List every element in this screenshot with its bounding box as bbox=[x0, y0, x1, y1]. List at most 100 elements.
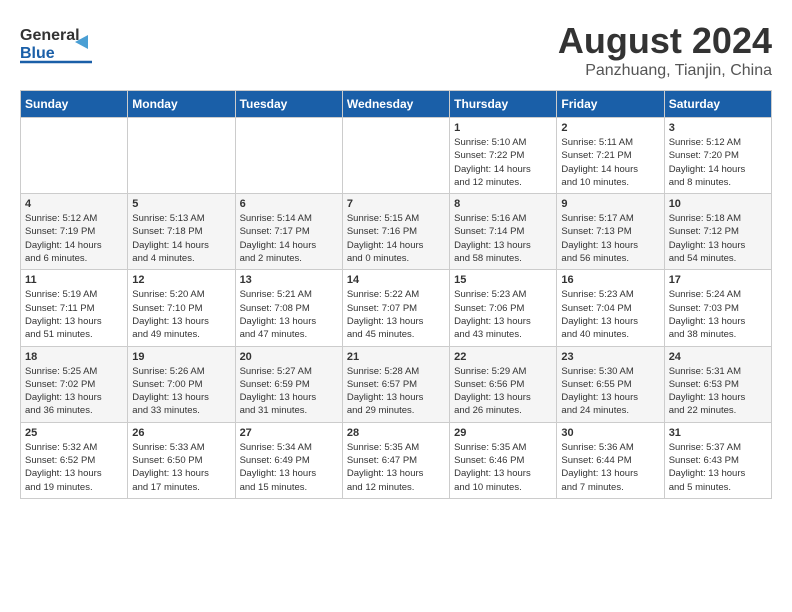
day-info: Sunrise: 5:23 AMSunset: 7:04 PMDaylight:… bbox=[561, 288, 659, 341]
day-number: 29 bbox=[454, 427, 552, 439]
calendar-cell: 31Sunrise: 5:37 AMSunset: 6:43 PMDayligh… bbox=[664, 422, 771, 498]
day-info: Sunrise: 5:21 AMSunset: 7:08 PMDaylight:… bbox=[240, 288, 338, 341]
calendar-cell: 1 Sunrise: 5:10 AMSunset: 7:22 PMDaylight… bbox=[450, 118, 557, 194]
day-info: Sunrise: 5:26 AMSunset: 7:00 PMDaylight:… bbox=[132, 365, 230, 418]
day-info: Sunrise: 5:13 AMSunset: 7:18 PMDaylight:… bbox=[132, 212, 230, 265]
calendar-cell: 20 Sunrise: 5:27 AMSunset: 6:59 PMDayligh… bbox=[235, 346, 342, 422]
calendar-week-row: 18 Sunrise: 5:25 AMSunset: 7:02 PMDayligh… bbox=[21, 346, 772, 422]
day-info: Sunrise: 5:11 AMSunset: 7:21 PMDaylight:… bbox=[561, 136, 659, 189]
day-info: Sunrise: 5:32 AMSunset: 6:52 PMDaylight:… bbox=[25, 441, 123, 494]
day-number: 8 bbox=[454, 198, 552, 210]
location-subtitle: Panzhuang, Tianjin, China bbox=[558, 62, 772, 80]
page-header: General Blue August 2024 Panzhuang, Tian… bbox=[20, 20, 772, 80]
day-number: 14 bbox=[347, 274, 445, 286]
calendar-cell: 25 Sunrise: 5:32 AMSunset: 6:52 PMDayligh… bbox=[21, 422, 128, 498]
calendar-cell: 23 Sunrise: 5:30 AMSunset: 6:55 PMDayligh… bbox=[557, 346, 664, 422]
day-number: 21 bbox=[347, 351, 445, 363]
calendar-week-row: 1 Sunrise: 5:10 AMSunset: 7:22 PMDaylight… bbox=[21, 118, 772, 194]
day-info: Sunrise: 5:27 AMSunset: 6:59 PMDaylight:… bbox=[240, 365, 338, 418]
day-info: Sunrise: 5:36 AMSunset: 6:44 PMDaylight:… bbox=[561, 441, 659, 494]
day-info: Sunrise: 5:30 AMSunset: 6:55 PMDaylight:… bbox=[561, 365, 659, 418]
calendar-cell: 21 Sunrise: 5:28 AMSunset: 6:57 PMDayligh… bbox=[342, 346, 449, 422]
day-number: 26 bbox=[132, 427, 230, 439]
day-number: 17 bbox=[669, 274, 767, 286]
calendar-cell: 29 Sunrise: 5:35 AMSunset: 6:46 PMDayligh… bbox=[450, 422, 557, 498]
day-number: 22 bbox=[454, 351, 552, 363]
logo-icon: General Blue bbox=[20, 20, 95, 75]
day-info: Sunrise: 5:33 AMSunset: 6:50 PMDaylight:… bbox=[132, 441, 230, 494]
day-number: 23 bbox=[561, 351, 659, 363]
calendar-cell bbox=[21, 118, 128, 194]
calendar-cell: 10Sunrise: 5:18 AMSunset: 7:12 PMDayligh… bbox=[664, 194, 771, 270]
weekday-header-row: SundayMondayTuesdayWednesdayThursdayFrid… bbox=[21, 91, 772, 118]
calendar-cell: 14 Sunrise: 5:22 AMSunset: 7:07 PMDayligh… bbox=[342, 270, 449, 346]
day-info: Sunrise: 5:15 AMSunset: 7:16 PMDaylight:… bbox=[347, 212, 445, 265]
day-info: Sunrise: 5:17 AMSunset: 7:13 PMDaylight:… bbox=[561, 212, 659, 265]
day-info: Sunrise: 5:22 AMSunset: 7:07 PMDaylight:… bbox=[347, 288, 445, 341]
weekday-header-monday: Monday bbox=[128, 91, 235, 118]
day-info: Sunrise: 5:25 AMSunset: 7:02 PMDaylight:… bbox=[25, 365, 123, 418]
day-number: 11 bbox=[25, 274, 123, 286]
calendar-cell: 24Sunrise: 5:31 AMSunset: 6:53 PMDayligh… bbox=[664, 346, 771, 422]
day-number: 19 bbox=[132, 351, 230, 363]
day-info: Sunrise: 5:29 AMSunset: 6:56 PMDaylight:… bbox=[454, 365, 552, 418]
day-number: 6 bbox=[240, 198, 338, 210]
day-info: Sunrise: 5:28 AMSunset: 6:57 PMDaylight:… bbox=[347, 365, 445, 418]
day-number: 30 bbox=[561, 427, 659, 439]
weekday-header-sunday: Sunday bbox=[21, 91, 128, 118]
calendar-cell: 7 Sunrise: 5:15 AMSunset: 7:16 PMDaylight… bbox=[342, 194, 449, 270]
weekday-header-saturday: Saturday bbox=[664, 91, 771, 118]
calendar-cell: 2 Sunrise: 5:11 AMSunset: 7:21 PMDaylight… bbox=[557, 118, 664, 194]
day-number: 28 bbox=[347, 427, 445, 439]
day-info: Sunrise: 5:18 AMSunset: 7:12 PMDaylight:… bbox=[669, 212, 767, 265]
day-info: Sunrise: 5:20 AMSunset: 7:10 PMDaylight:… bbox=[132, 288, 230, 341]
day-number: 2 bbox=[561, 122, 659, 134]
day-number: 9 bbox=[561, 198, 659, 210]
day-number: 1 bbox=[454, 122, 552, 134]
calendar-cell: 6Sunrise: 5:14 AMSunset: 7:17 PMDaylight… bbox=[235, 194, 342, 270]
svg-text:General: General bbox=[20, 27, 80, 44]
calendar-cell: 13Sunrise: 5:21 AMSunset: 7:08 PMDayligh… bbox=[235, 270, 342, 346]
day-number: 4 bbox=[25, 198, 123, 210]
day-info: Sunrise: 5:10 AMSunset: 7:22 PMDaylight:… bbox=[454, 136, 552, 189]
title-section: August 2024 Panzhuang, Tianjin, China bbox=[558, 20, 772, 80]
day-info: Sunrise: 5:12 AMSunset: 7:20 PMDaylight:… bbox=[669, 136, 767, 189]
day-info: Sunrise: 5:19 AMSunset: 7:11 PMDaylight:… bbox=[25, 288, 123, 341]
calendar-cell: 12 Sunrise: 5:20 AMSunset: 7:10 PMDayligh… bbox=[128, 270, 235, 346]
weekday-header-friday: Friday bbox=[557, 91, 664, 118]
calendar-cell: 17 Sunrise: 5:24 AMSunset: 7:03 PMDayligh… bbox=[664, 270, 771, 346]
calendar-cell: 8Sunrise: 5:16 AMSunset: 7:14 PMDaylight… bbox=[450, 194, 557, 270]
calendar-cell: 26 Sunrise: 5:33 AMSunset: 6:50 PMDayligh… bbox=[128, 422, 235, 498]
day-number: 12 bbox=[132, 274, 230, 286]
calendar-week-row: 25 Sunrise: 5:32 AMSunset: 6:52 PMDayligh… bbox=[21, 422, 772, 498]
svg-text:Blue: Blue bbox=[20, 45, 55, 62]
day-number: 7 bbox=[347, 198, 445, 210]
day-info: Sunrise: 5:35 AMSunset: 6:47 PMDaylight:… bbox=[347, 441, 445, 494]
calendar-cell: 15 Sunrise: 5:23 AMSunset: 7:06 PMDayligh… bbox=[450, 270, 557, 346]
calendar-cell: 16Sunrise: 5:23 AMSunset: 7:04 PMDayligh… bbox=[557, 270, 664, 346]
day-info: Sunrise: 5:31 AMSunset: 6:53 PMDaylight:… bbox=[669, 365, 767, 418]
calendar-table: SundayMondayTuesdayWednesdayThursdayFrid… bbox=[20, 90, 772, 499]
weekday-header-thursday: Thursday bbox=[450, 91, 557, 118]
calendar-cell bbox=[342, 118, 449, 194]
day-info: Sunrise: 5:23 AMSunset: 7:06 PMDaylight:… bbox=[454, 288, 552, 341]
calendar-cell: 28 Sunrise: 5:35 AMSunset: 6:47 PMDayligh… bbox=[342, 422, 449, 498]
weekday-header-wednesday: Wednesday bbox=[342, 91, 449, 118]
weekday-header-tuesday: Tuesday bbox=[235, 91, 342, 118]
day-number: 20 bbox=[240, 351, 338, 363]
calendar-cell: 19 Sunrise: 5:26 AMSunset: 7:00 PMDayligh… bbox=[128, 346, 235, 422]
day-number: 18 bbox=[25, 351, 123, 363]
calendar-cell: 9 Sunrise: 5:17 AMSunset: 7:13 PMDaylight… bbox=[557, 194, 664, 270]
calendar-cell: 5 Sunrise: 5:13 AMSunset: 7:18 PMDaylight… bbox=[128, 194, 235, 270]
day-number: 27 bbox=[240, 427, 338, 439]
calendar-cell: 30 Sunrise: 5:36 AMSunset: 6:44 PMDayligh… bbox=[557, 422, 664, 498]
day-info: Sunrise: 5:37 AMSunset: 6:43 PMDaylight:… bbox=[669, 441, 767, 494]
day-number: 5 bbox=[132, 198, 230, 210]
month-title: August 2024 bbox=[558, 20, 772, 62]
day-info: Sunrise: 5:24 AMSunset: 7:03 PMDaylight:… bbox=[669, 288, 767, 341]
calendar-cell bbox=[235, 118, 342, 194]
day-number: 15 bbox=[454, 274, 552, 286]
day-info: Sunrise: 5:35 AMSunset: 6:46 PMDaylight:… bbox=[454, 441, 552, 494]
calendar-cell: 4Sunrise: 5:12 AMSunset: 7:19 PMDaylight… bbox=[21, 194, 128, 270]
day-number: 25 bbox=[25, 427, 123, 439]
